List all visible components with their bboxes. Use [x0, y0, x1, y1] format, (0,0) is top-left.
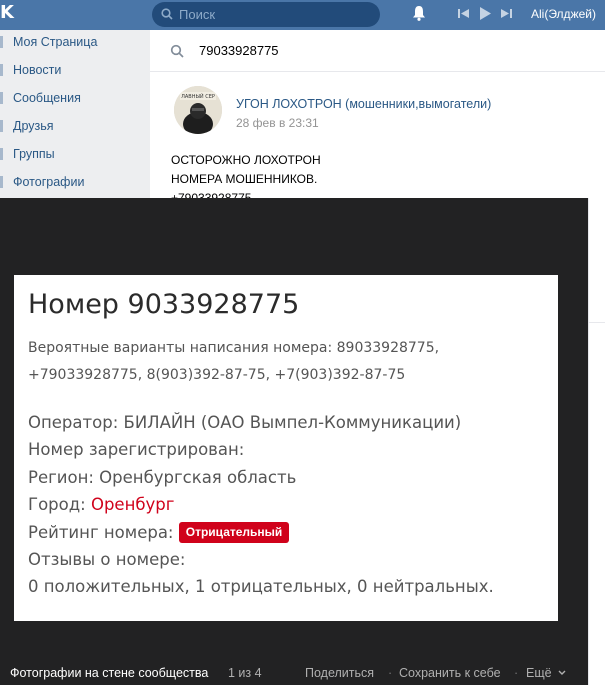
- top-bar: K Поиск Ali(Элджей): [0, 0, 605, 30]
- search-icon: [161, 8, 173, 20]
- sidebar-item-label: Моя Страница: [13, 35, 98, 49]
- rating-badge: Отрицательный: [178, 521, 290, 543]
- sidebar-item-label: Фотографии: [13, 175, 85, 189]
- separator: ·: [514, 666, 519, 680]
- sidebar-item-groups[interactable]: Группы: [0, 142, 150, 170]
- sidebar-item-messages[interactable]: Сообщения: [0, 86, 150, 114]
- sidebar-item-label: Группы: [13, 147, 55, 161]
- reviews-summary: 0 положительных, 1 отрицательных, 0 нейт…: [28, 577, 494, 597]
- share-button[interactable]: Поделиться: [305, 666, 374, 680]
- audio-player: [458, 7, 512, 20]
- more-label: Ещё: [526, 666, 552, 680]
- nav-bullet-icon: [0, 92, 3, 104]
- nav-bullet-icon: [0, 148, 3, 160]
- community-avatar-image: ЛАВНЫЙ СЕР: [174, 86, 222, 134]
- operator-row: Оператор: БИЛАЙН (ОАО Вымпел-Коммуникаци…: [28, 413, 462, 432]
- feed-search-query: 79033928775: [199, 43, 279, 58]
- global-search-input[interactable]: Поиск: [152, 2, 380, 27]
- post-line: ОСТОРОЖНО ЛОХОТРОН: [171, 153, 321, 167]
- city-row: Город: Оренбург: [28, 491, 553, 518]
- sidebar-item-label: Друзья: [13, 119, 54, 133]
- vk-logo[interactable]: K: [0, 2, 14, 23]
- post-line: НОМЕРА МОШЕННИКОВ.: [171, 172, 318, 186]
- separator: ·: [388, 666, 393, 680]
- sidebar-item-photos[interactable]: Фотографии: [0, 170, 150, 198]
- region-row: Регион: Оренбургская область: [28, 467, 297, 487]
- number-info: Оператор: БИЛАЙН (ОАО Вымпел-Коммуникаци…: [28, 409, 553, 601]
- more-button[interactable]: Ещё: [526, 666, 566, 680]
- viewer-footer: Фотографии на стене сообщества 1 из 4 По…: [0, 661, 588, 685]
- feed-search-input[interactable]: 79033928775: [150, 30, 605, 72]
- search-placeholder: Поиск: [179, 7, 216, 22]
- play-icon[interactable]: [479, 7, 491, 20]
- nav-bullet-icon: [0, 176, 3, 188]
- user-name[interactable]: Ali(Элджей): [531, 7, 596, 21]
- prev-track-icon[interactable]: [458, 8, 469, 19]
- city-label: Город:: [28, 495, 86, 515]
- post-date[interactable]: 28 фев в 23:31: [236, 116, 319, 130]
- city-value: Оренбург: [90, 495, 175, 515]
- variants-line: +79033928775, 8(903)392-87-75, +7(903)39…: [28, 367, 406, 383]
- album-link[interactable]: Фотографии на стене сообщества: [10, 666, 208, 680]
- rating-label: Рейтинг номера:: [28, 522, 174, 542]
- chevron-down-icon: [558, 670, 566, 675]
- sidebar-item-friends[interactable]: Друзья: [0, 114, 150, 142]
- avatar[interactable]: ЛАВНЫЙ СЕР: [174, 86, 222, 134]
- photo-counter: 1 из 4: [228, 666, 262, 680]
- nav-bullet-icon: [0, 64, 3, 76]
- sidebar-nav: Моя Страница Новости Сообщения Друзья Гр…: [0, 30, 150, 198]
- phone-number-title: Номер 9033928775: [28, 289, 300, 320]
- variants-line: Вероятные варианты написания номера: 890…: [28, 340, 440, 356]
- viewer-side-panel: [588, 198, 605, 685]
- next-track-icon[interactable]: [501, 8, 512, 19]
- save-to-album-button[interactable]: Сохранить к себе: [399, 666, 501, 680]
- search-icon: [170, 44, 184, 58]
- divider: [589, 322, 605, 323]
- registered-row: Номер зарегистрирован:: [28, 440, 245, 460]
- number-variants: Вероятные варианты написания номера: 890…: [28, 335, 548, 389]
- post-author-link[interactable]: УГОН ЛОХОТРОН (мошенники,вымогатели): [236, 97, 491, 111]
- reviews-label: Отзывы о номере:: [28, 550, 186, 570]
- nav-bullet-icon: [0, 120, 3, 132]
- photo-image[interactable]: Номер 9033928775 Вероятные варианты напи…: [14, 275, 558, 621]
- sidebar-item-my-page[interactable]: Моя Страница: [0, 30, 150, 58]
- nav-bullet-icon: [0, 36, 3, 48]
- bell-icon[interactable]: [412, 5, 426, 21]
- feed-panel: 79033928775 ЛАВНЫЙ СЕР УГОН ЛОХОТРОН (мо…: [150, 30, 605, 205]
- sidebar-item-news[interactable]: Новости: [0, 58, 150, 86]
- sidebar-item-label: Новости: [13, 63, 62, 77]
- sidebar-item-label: Сообщения: [13, 91, 81, 105]
- avatar-lettering: ЛАВНЫЙ СЕР: [181, 93, 215, 100]
- rating-row: Рейтинг номера: Отрицательный: [28, 519, 553, 546]
